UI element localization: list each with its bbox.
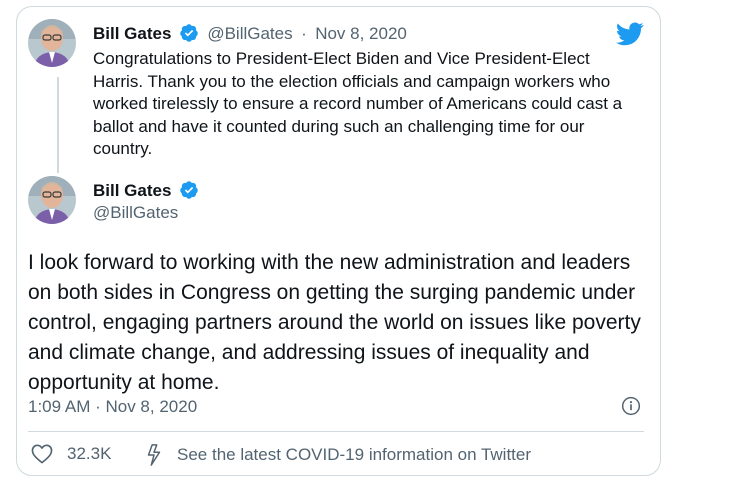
tweet-text: Congratulations to President-Elect Biden… [93,49,623,158]
info-icon[interactable] [621,396,641,416]
dot-separator: · [301,24,307,43]
avatar[interactable] [28,19,76,67]
tweet-header: Bill Gates @BillGates · Nov 8, 2020 [93,23,407,44]
author-handle[interactable]: @BillGates [93,203,178,222]
like-count: 32.3K [67,444,112,463]
avatar[interactable] [28,176,76,224]
tweet-date[interactable]: Nov 8, 2020 [315,24,407,43]
verified-badge-icon [180,24,198,42]
avatar-image [28,176,76,224]
tweet-author: Bill Gates [93,180,199,201]
avatar-image [28,19,76,67]
twitter-bird-icon[interactable] [616,22,644,46]
covid-info-link[interactable]: See the latest COVID-19 information on T… [145,444,531,466]
tweet-timestamp[interactable]: 1:09 AM · Nov 8, 2020 [28,397,197,417]
covid-info-text: See the latest COVID-19 information on T… [177,445,532,464]
like-button[interactable]: 32.3K [31,444,111,464]
heart-icon [31,444,53,464]
author-name[interactable]: Bill Gates [93,181,171,200]
author-name[interactable]: Bill Gates [93,24,171,43]
author-handle[interactable]: @BillGates [207,24,292,43]
thread-line [57,77,59,173]
tweet-text: I look forward to working with the new a… [28,251,641,394]
verified-badge-icon [180,181,198,199]
lightning-icon [147,444,161,466]
divider [28,431,644,432]
tweet-card: Bill Gates @BillGates · Nov 8, 2020 Cong… [16,6,661,476]
